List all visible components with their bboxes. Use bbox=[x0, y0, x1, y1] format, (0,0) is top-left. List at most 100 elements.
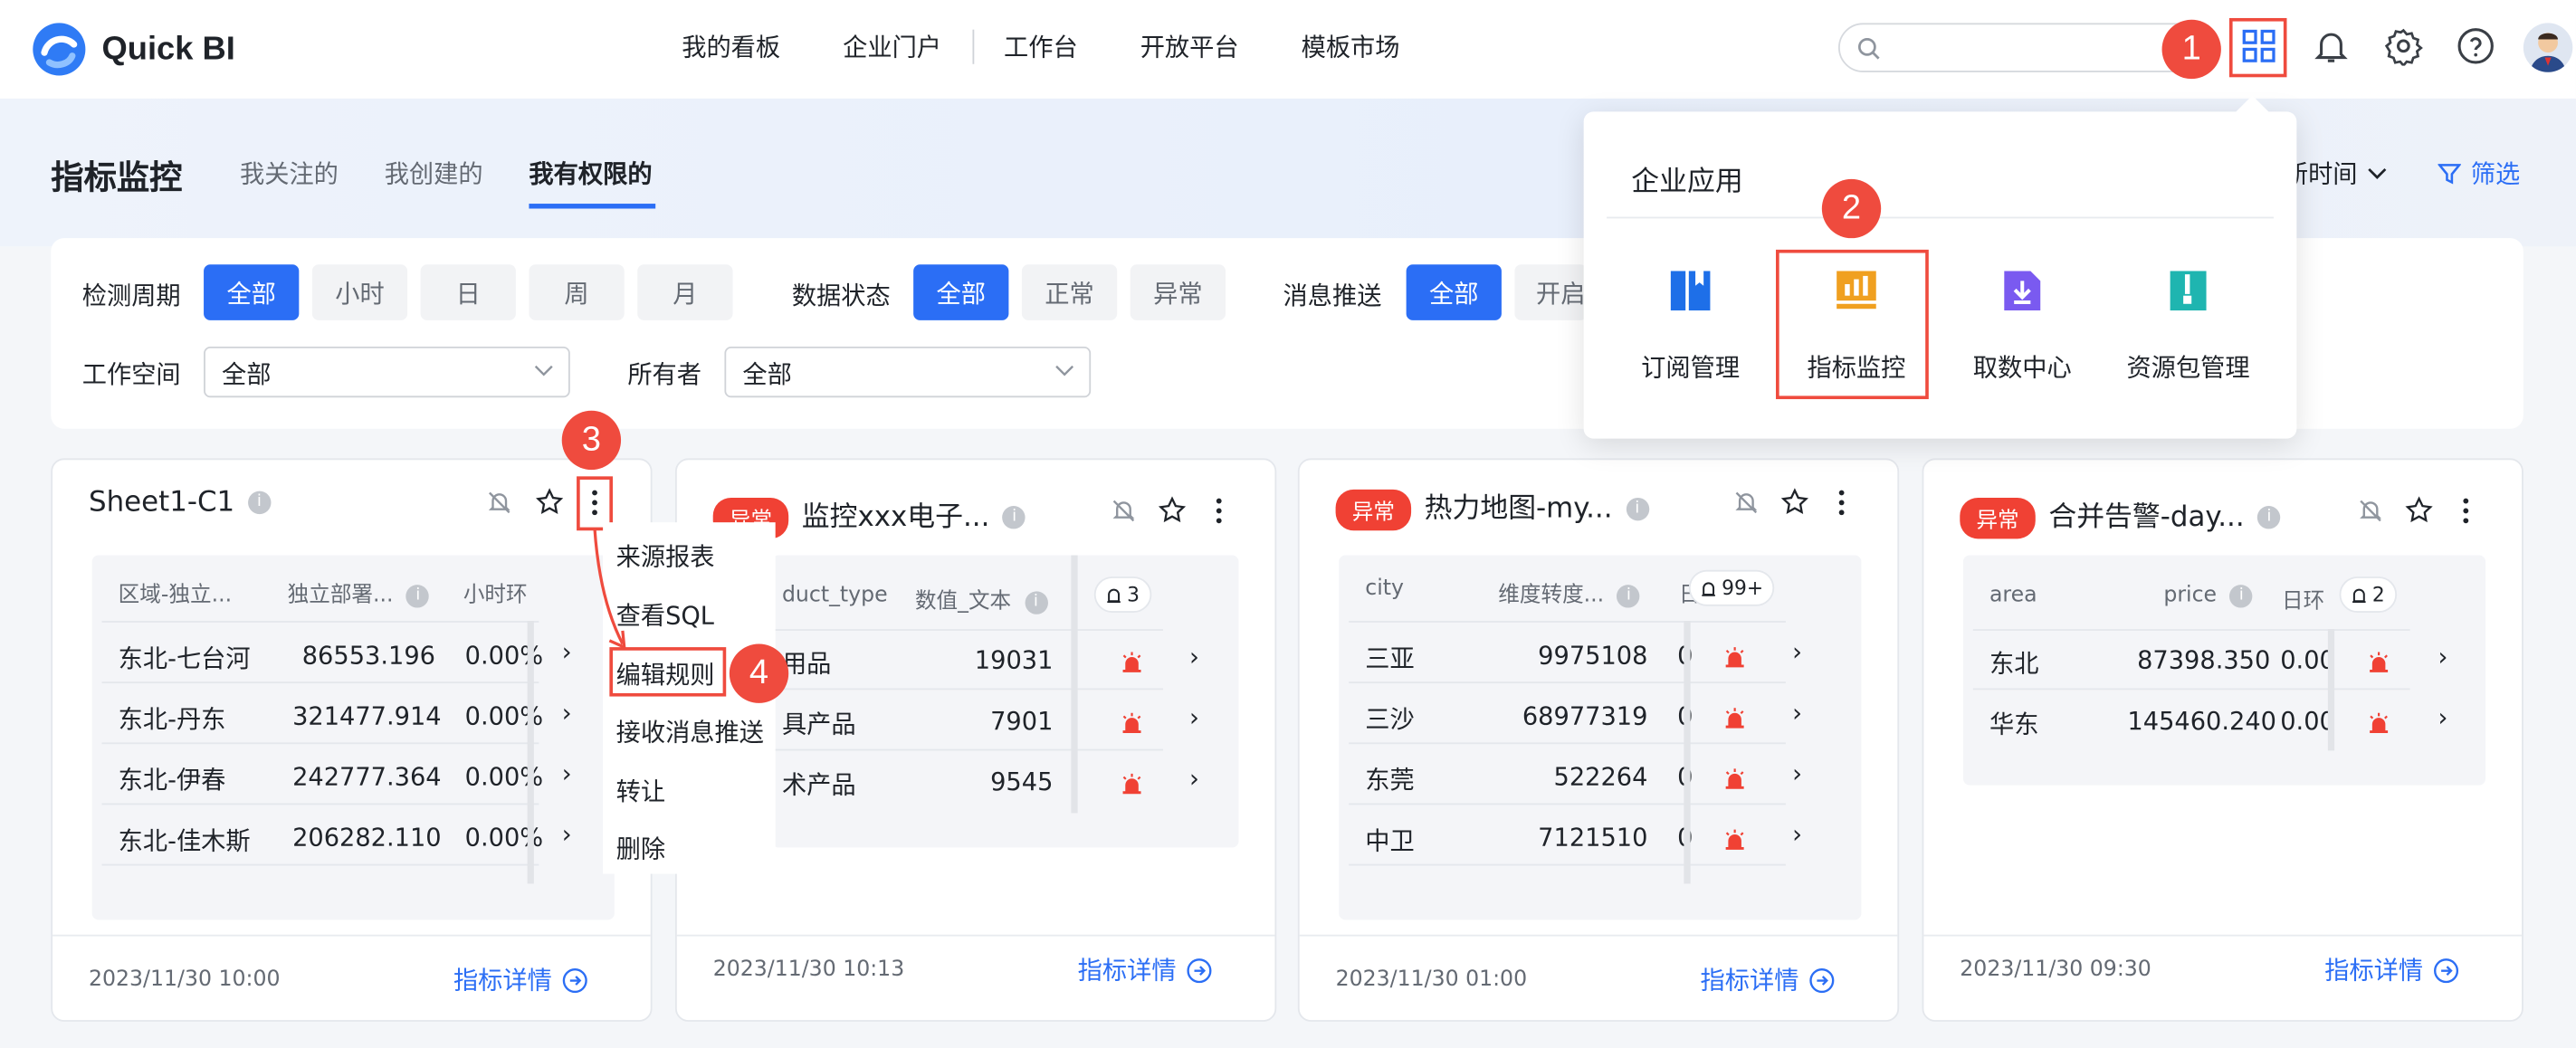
row-divider bbox=[772, 688, 1164, 691]
column-shadow bbox=[2327, 629, 2335, 751]
card-title: Sheet1-C1 i bbox=[89, 486, 272, 519]
filter-button[interactable]: 筛选 bbox=[2438, 156, 2520, 190]
row-expand-icon[interactable]: › bbox=[562, 637, 572, 667]
metric-detail-link[interactable]: 指标详情 bbox=[1078, 953, 1213, 987]
period-month[interactable]: 月 bbox=[637, 264, 733, 320]
row-divider bbox=[101, 863, 539, 866]
nav-portal[interactable]: 企业门户 bbox=[843, 29, 975, 64]
star-icon[interactable] bbox=[1158, 496, 1187, 524]
page-root: Quick BI 我的看板 企业门户 工作台 开放平台 模板市场 1 指标监控 … bbox=[0, 0, 2576, 1048]
sort-dropdown[interactable]: 新时间 bbox=[2284, 156, 2387, 190]
row-expand-icon[interactable]: › bbox=[562, 698, 572, 728]
metric-card-4[interactable]: 异常 合并告警-day... i area price i 日环 2 东北 87398… bbox=[1922, 458, 2524, 1022]
period-all[interactable]: 全部 bbox=[204, 264, 300, 320]
period-week[interactable]: 周 bbox=[529, 264, 625, 320]
nav-template-market[interactable]: 模板市场 bbox=[1302, 30, 1431, 64]
cell: 9545 bbox=[990, 767, 1054, 797]
cell: 206282.110 bbox=[292, 823, 442, 853]
cell: 东北-七台河 bbox=[118, 643, 251, 674]
cell: 7121510 bbox=[1538, 823, 1648, 853]
status-abnormal[interactable]: 异常 bbox=[1130, 264, 1226, 320]
card-title-text: Sheet1-C1 bbox=[89, 486, 235, 519]
alarm-icon bbox=[1725, 708, 1744, 729]
highlight-metric-monitor bbox=[1776, 249, 1929, 400]
avatar[interactable] bbox=[2523, 23, 2573, 72]
app-resource-pack[interactable]: 资源包管理 bbox=[2114, 268, 2262, 385]
search-input[interactable] bbox=[1837, 23, 2217, 72]
workspace-value: 全部 bbox=[222, 359, 272, 390]
bell-icon[interactable] bbox=[2312, 26, 2352, 66]
period-day[interactable]: 日 bbox=[420, 264, 516, 320]
more-vertical-icon[interactable] bbox=[1835, 488, 1848, 518]
column-shadow bbox=[527, 621, 534, 884]
row-expand-icon[interactable]: › bbox=[2438, 643, 2447, 672]
nav-workbench[interactable]: 工作台 bbox=[1004, 30, 1109, 64]
row-divider bbox=[1349, 803, 1786, 805]
info-icon: i bbox=[1626, 497, 1649, 521]
cell: 用品 bbox=[781, 648, 832, 679]
cell: 87398.350 bbox=[2137, 645, 2271, 675]
star-icon[interactable] bbox=[1780, 488, 1808, 516]
metric-detail-link[interactable]: 指标详情 bbox=[453, 963, 588, 997]
mute-bell-icon[interactable] bbox=[486, 490, 512, 516]
row-expand-icon[interactable]: › bbox=[562, 759, 572, 789]
cell: 东莞 bbox=[1365, 765, 1415, 796]
push-on[interactable]: 开启 bbox=[1514, 264, 1588, 320]
metric-detail-link[interactable]: 指标详情 bbox=[2324, 953, 2459, 987]
card-table: 区域-独立... 独立部署... i 小时环 东北-七台河 86553.196 0… bbox=[91, 555, 615, 920]
cell: 242777.364 bbox=[292, 762, 442, 792]
metric-card-1[interactable]: Sheet1-C1 i 区域-独立... 独立部署... i 小时环 东北-七台河 … bbox=[51, 458, 653, 1022]
nav-my-dashboard[interactable]: 我的看板 bbox=[682, 30, 811, 64]
app-data-center[interactable]: 取数中心 bbox=[1949, 268, 2096, 385]
owner-select[interactable]: 全部 bbox=[724, 346, 1092, 398]
menu-item-transfer[interactable]: 转让 bbox=[616, 774, 665, 808]
mute-bell-icon[interactable] bbox=[2358, 498, 2384, 524]
push-all[interactable]: 全部 bbox=[1406, 264, 1502, 320]
star-icon[interactable] bbox=[536, 488, 564, 516]
status-all[interactable]: 全部 bbox=[913, 264, 1009, 320]
row-expand-icon[interactable]: › bbox=[562, 820, 572, 850]
card-title-text: 热力地图-my... bbox=[1424, 492, 1613, 526]
help-icon[interactable] bbox=[2456, 26, 2495, 66]
gear-icon[interactable] bbox=[2384, 26, 2424, 66]
more-vertical-icon[interactable] bbox=[1212, 496, 1226, 526]
logo-text: Quick BI bbox=[101, 30, 235, 67]
mute-bell-icon[interactable] bbox=[1733, 490, 1760, 516]
metric-card-3[interactable]: 异常热力地图-my... i city 维度转度...i 日 99+ 三亚 997… bbox=[1297, 458, 1900, 1022]
card-divider bbox=[1923, 934, 2523, 937]
owner-label: 所有者 bbox=[627, 359, 702, 390]
workspace-select[interactable]: 全部 bbox=[204, 346, 570, 398]
cell: 东北-伊春 bbox=[118, 765, 226, 796]
row-expand-icon[interactable]: › bbox=[1189, 703, 1199, 733]
card-timestamp: 2023/11/30 10:00 bbox=[89, 967, 281, 993]
mute-bell-icon[interactable] bbox=[1111, 498, 1137, 524]
metric-detail-link[interactable]: 指标详情 bbox=[1701, 963, 1836, 997]
tab-following[interactable]: 我关注的 bbox=[240, 156, 339, 190]
row-expand-icon[interactable]: › bbox=[1792, 820, 1802, 850]
card-title-text: 监控xxx电子... bbox=[801, 500, 990, 534]
row-expand-icon[interactable]: › bbox=[1189, 643, 1199, 672]
menu-item-delete[interactable]: 删除 bbox=[616, 831, 665, 865]
app-subscription[interactable]: 订阅管理 bbox=[1617, 268, 1764, 385]
cell: 华东 bbox=[1989, 710, 2039, 739]
menu-item-receive-push[interactable]: 接收消息推送 bbox=[616, 715, 764, 749]
status-normal[interactable]: 正常 bbox=[1021, 264, 1118, 320]
row-expand-icon[interactable]: › bbox=[1189, 764, 1199, 794]
row-expand-icon[interactable]: › bbox=[1792, 759, 1802, 789]
nav-open-platform[interactable]: 开放平台 bbox=[1140, 30, 1270, 64]
more-vertical-icon[interactable] bbox=[588, 488, 602, 518]
card-table: area price i 日环 2 东北 87398.350 0.00 华东 14… bbox=[1962, 555, 2486, 786]
apps-grid-icon[interactable] bbox=[2239, 26, 2279, 66]
card-table: city 维度转度...i 日 99+ 三亚 9975108 0 三沙 6897… bbox=[1339, 555, 1862, 920]
more-vertical-icon[interactable] bbox=[2459, 496, 2473, 526]
arrow-circle-icon bbox=[1809, 967, 1835, 993]
row-expand-icon[interactable]: › bbox=[1792, 698, 1802, 728]
period-hour[interactable]: 小时 bbox=[311, 264, 408, 320]
tab-permitted[interactable]: 我有权限的 bbox=[529, 156, 652, 190]
row-expand-icon[interactable]: › bbox=[2438, 703, 2447, 733]
star-icon[interactable] bbox=[2405, 496, 2433, 524]
logo[interactable]: Quick BI bbox=[30, 20, 235, 79]
row-expand-icon[interactable]: › bbox=[1792, 637, 1802, 667]
tab-created[interactable]: 我创建的 bbox=[385, 156, 483, 190]
column-header: 独立部署... i bbox=[288, 576, 430, 608]
